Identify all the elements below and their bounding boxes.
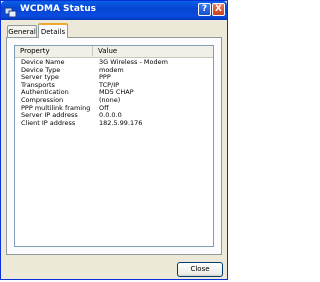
details-tab-panel: Property Value Device Name 3G Wireless - … [6, 37, 222, 255]
list-body: Device Name 3G Wireless - Modem Device Ty… [15, 58, 213, 128]
property-name: Client IP address [21, 118, 76, 127]
wcdma-status-dialog: WCDMA Status ? X General Details Propert… [0, 0, 228, 280]
network-connection-icon [4, 4, 17, 18]
details-list[interactable]: Property Value Device Name 3G Wireless - … [14, 45, 214, 247]
column-header-value[interactable]: Value [93, 46, 213, 56]
help-button[interactable]: ? [198, 3, 211, 16]
column-header-property[interactable]: Property [15, 46, 93, 56]
list-header: Property Value [15, 46, 213, 58]
title-close-button[interactable]: X [212, 3, 225, 16]
title-bar[interactable]: WCDMA Status ? X [1, 1, 227, 20]
tab-details[interactable]: Details [38, 23, 68, 38]
tab-general[interactable]: General [7, 25, 37, 37]
window-title: WCDMA Status [20, 4, 96, 14]
list-item[interactable]: Client IP address 182.5.99.176 [15, 118, 213, 128]
property-value: 182.5.99.176 [99, 118, 143, 127]
close-button[interactable]: Close [177, 262, 223, 277]
